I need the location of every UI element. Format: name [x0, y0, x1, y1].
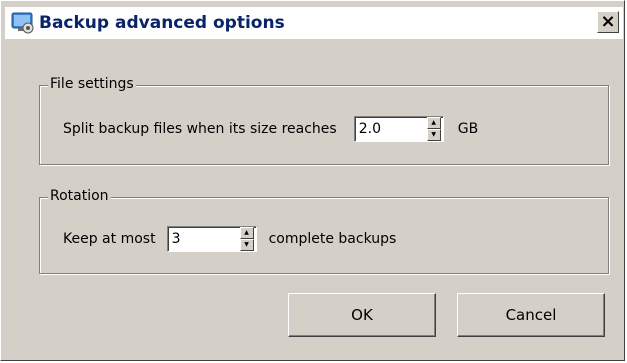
close-button[interactable]: × [597, 11, 619, 33]
rotation-count-input[interactable] [167, 227, 240, 251]
cancel-button[interactable]: Cancel [457, 293, 605, 337]
split-size-label: Split backup files when its size reaches [63, 121, 337, 137]
rotation-count-spin-buttons: ▲ ▼ [239, 227, 254, 251]
split-size-spin-buttons: ▲ ▼ [426, 117, 441, 141]
spin-down-icon[interactable]: ▼ [426, 129, 441, 141]
complete-backups-label: complete backups [268, 231, 397, 247]
file-settings-legend: File settings [48, 76, 136, 92]
close-icon: × [600, 11, 616, 32]
spin-up-icon[interactable]: ▲ [239, 227, 254, 239]
app-settings-icon [11, 11, 35, 35]
rotation-legend: Rotation [48, 188, 111, 204]
dialog-title: Backup advanced options [39, 13, 285, 33]
split-size-input[interactable] [354, 117, 427, 141]
rotation-row: Keep at most ▲ ▼ complete backups [63, 226, 396, 252]
split-size-row: Split backup files when its size reaches… [63, 116, 478, 142]
split-size-spinner: ▲ ▼ [353, 116, 444, 142]
ok-button[interactable]: OK [288, 293, 436, 337]
rotation-count-spinner: ▲ ▼ [166, 226, 257, 252]
keep-at-most-label: Keep at most [63, 231, 156, 247]
spin-down-icon[interactable]: ▼ [239, 239, 254, 251]
title-bar[interactable]: Backup advanced options × [5, 7, 623, 39]
dialog-window: Backup advanced options × File settings … [0, 0, 625, 361]
split-size-unit: GB [457, 121, 479, 137]
spin-up-icon[interactable]: ▲ [426, 117, 441, 129]
